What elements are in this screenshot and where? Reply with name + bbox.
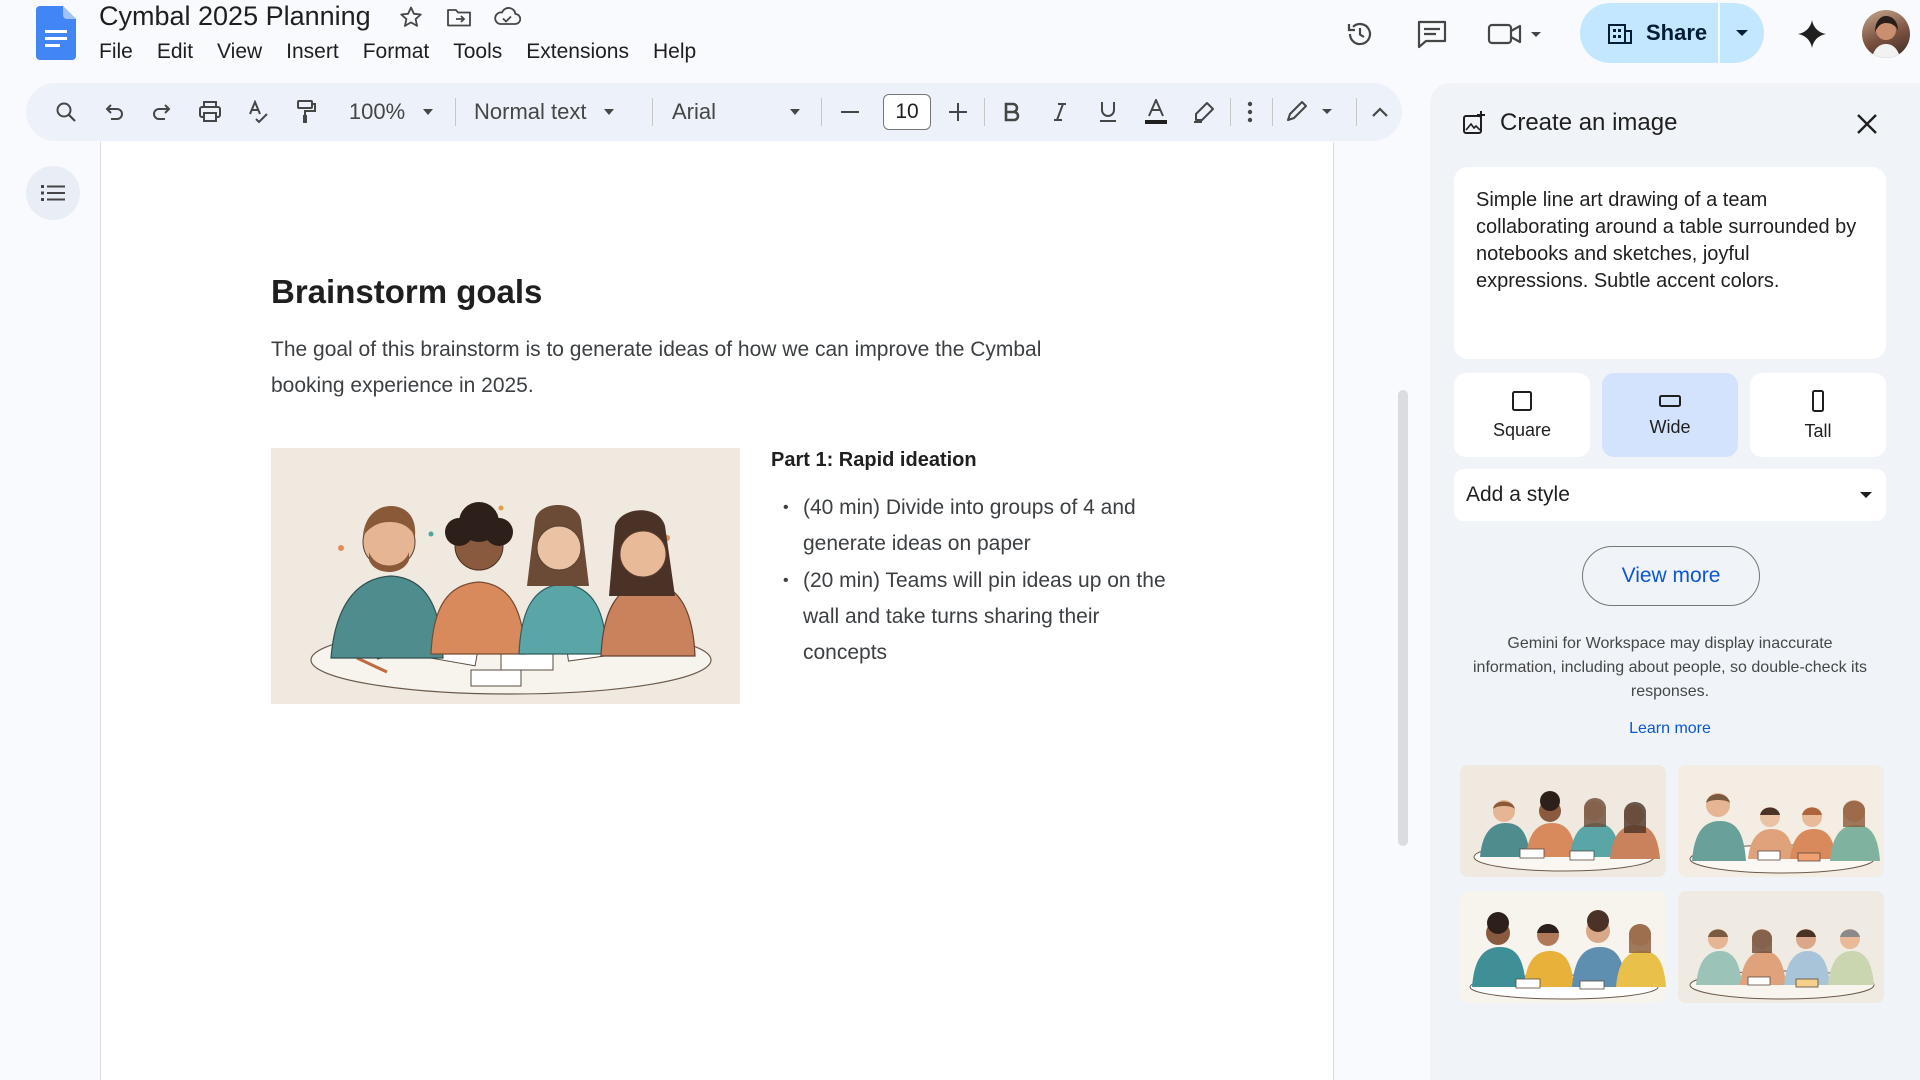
page-title: Brainstorm goals bbox=[271, 273, 543, 310]
menu-insert[interactable]: Insert bbox=[274, 38, 351, 66]
aspect-ratio-options: Square Wide Tall bbox=[1454, 373, 1886, 457]
bullet-list: (40 min) Divide into groups of 4 and gen… bbox=[783, 490, 1183, 672]
share-people-icon bbox=[1606, 21, 1634, 45]
menu-help[interactable]: Help bbox=[641, 38, 708, 66]
chevron-down-icon bbox=[423, 109, 434, 115]
list-item: (40 min) Divide into groups of 4 and gen… bbox=[783, 490, 1183, 562]
generated-images-grid bbox=[1460, 765, 1884, 1003]
style-select[interactable]: Add a style bbox=[1454, 469, 1886, 521]
more-options-icon[interactable] bbox=[1236, 83, 1264, 141]
chevron-down-icon bbox=[604, 109, 615, 115]
editing-mode-select[interactable] bbox=[1278, 83, 1348, 141]
create-image-icon bbox=[1462, 111, 1486, 135]
aspect-tall-button[interactable]: Tall bbox=[1750, 373, 1886, 457]
font-select[interactable]: Arial bbox=[672, 83, 812, 141]
menu-edit[interactable]: Edit bbox=[145, 38, 205, 66]
share-button-group: Share bbox=[1580, 3, 1764, 63]
docs-logo-icon[interactable] bbox=[36, 6, 76, 60]
print-icon[interactable] bbox=[192, 83, 228, 141]
avatar[interactable] bbox=[1862, 10, 1910, 58]
generated-image-thumbnail[interactable] bbox=[1460, 891, 1666, 1003]
title-bar: Cymbal 2025 Planning File Edit View Inse… bbox=[0, 0, 1920, 76]
undo-icon[interactable] bbox=[96, 83, 132, 141]
bold-icon[interactable] bbox=[994, 83, 1030, 141]
font-size-input[interactable]: 10 bbox=[883, 94, 931, 130]
chevron-down-icon bbox=[1860, 492, 1872, 498]
zoom-select[interactable]: 100% bbox=[342, 83, 442, 141]
star-icon[interactable] bbox=[396, 2, 426, 32]
view-more-button[interactable]: View more bbox=[1582, 546, 1760, 606]
underline-icon[interactable] bbox=[1090, 83, 1126, 141]
menu-file[interactable]: File bbox=[99, 38, 145, 66]
version-history-icon[interactable] bbox=[1340, 14, 1380, 54]
panel-title: Create an image bbox=[1500, 109, 1678, 136]
intro-paragraph: The goal of this brainstorm is to genera… bbox=[271, 338, 1042, 397]
chevron-down-icon bbox=[790, 109, 801, 115]
inserted-illustration[interactable] bbox=[271, 448, 740, 704]
share-dropdown-button[interactable] bbox=[1720, 28, 1764, 38]
create-image-panel: Create an image Simple line art drawing … bbox=[1430, 83, 1920, 1080]
search-menus-icon[interactable] bbox=[48, 83, 84, 141]
italic-icon[interactable] bbox=[1042, 83, 1078, 141]
comments-icon[interactable] bbox=[1412, 14, 1452, 54]
wide-shape-icon bbox=[1659, 394, 1681, 407]
document-page[interactable]: Brainstorm goals The goal of this brains… bbox=[100, 142, 1334, 1080]
redo-icon[interactable] bbox=[144, 83, 180, 141]
menu-bar: File Edit View Insert Format Tools Exten… bbox=[99, 38, 708, 66]
share-button[interactable]: Share bbox=[1580, 3, 1718, 63]
generated-image-thumbnail[interactable] bbox=[1678, 891, 1884, 1003]
menu-tools[interactable]: Tools bbox=[441, 38, 514, 66]
document-title[interactable]: Cymbal 2025 Planning bbox=[99, 0, 371, 32]
square-shape-icon bbox=[1512, 390, 1532, 411]
gemini-sparkle-icon[interactable] bbox=[1792, 14, 1832, 54]
tall-shape-icon bbox=[1812, 389, 1824, 412]
close-panel-button[interactable] bbox=[1850, 107, 1884, 141]
collapse-toolbar-icon[interactable] bbox=[1362, 83, 1398, 141]
increase-font-size-icon[interactable] bbox=[940, 83, 976, 141]
aspect-square-button[interactable]: Square bbox=[1454, 373, 1590, 457]
image-prompt-input[interactable]: Simple line art drawing of a team collab… bbox=[1454, 167, 1886, 359]
document-outline-button[interactable] bbox=[26, 166, 80, 220]
menu-extensions[interactable]: Extensions bbox=[514, 38, 641, 66]
close-icon bbox=[1857, 114, 1877, 134]
move-folder-icon[interactable] bbox=[444, 2, 474, 32]
menu-format[interactable]: Format bbox=[351, 38, 442, 66]
meet-video-icon[interactable] bbox=[1484, 14, 1548, 54]
highlight-color-icon[interactable] bbox=[1186, 83, 1222, 141]
paragraph-style-select[interactable]: Normal text bbox=[474, 83, 634, 141]
list-icon bbox=[41, 185, 65, 201]
document-scrollbar[interactable] bbox=[1398, 390, 1408, 846]
formatting-toolbar: 100% Normal text Arial 10 bbox=[26, 83, 1402, 141]
generated-image-thumbnail[interactable] bbox=[1678, 765, 1884, 877]
text-color-icon[interactable] bbox=[1138, 83, 1174, 141]
aspect-wide-button[interactable]: Wide bbox=[1602, 373, 1738, 457]
chevron-down-icon bbox=[1736, 30, 1748, 36]
paint-format-icon[interactable] bbox=[288, 83, 324, 141]
section-heading: Part 1: Rapid ideation bbox=[771, 449, 977, 471]
menu-view[interactable]: View bbox=[205, 38, 274, 66]
spellcheck-icon[interactable] bbox=[240, 83, 276, 141]
generated-image-thumbnail[interactable] bbox=[1460, 765, 1666, 877]
learn-more-link[interactable]: Learn more bbox=[1464, 720, 1876, 738]
cloud-saved-icon[interactable] bbox=[492, 2, 522, 32]
list-item: (20 min) Teams will pin ideas up on the … bbox=[783, 563, 1183, 671]
gemini-disclaimer: Gemini for Workspace may display inaccur… bbox=[1472, 635, 1868, 700]
decrease-font-size-icon[interactable] bbox=[832, 83, 868, 141]
